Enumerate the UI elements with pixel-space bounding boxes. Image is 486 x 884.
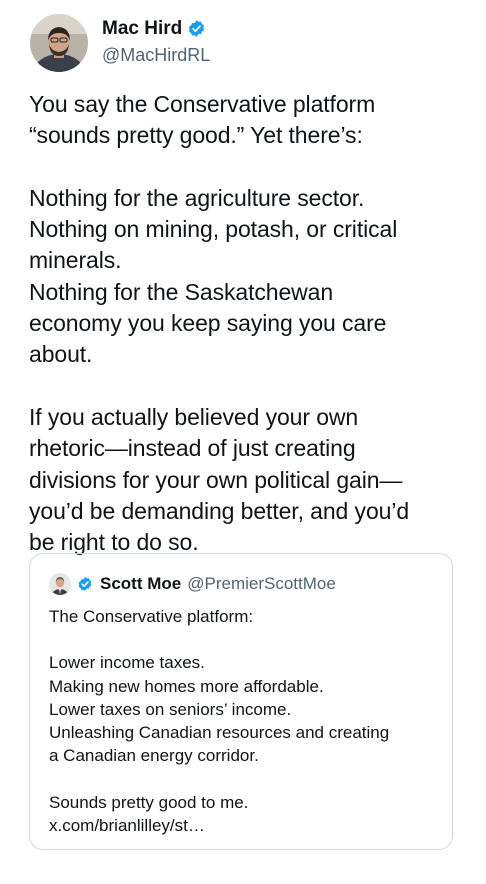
author-names: Mac Hird @MacHirdRL [102,16,210,67]
author-display-name[interactable]: Mac Hird [102,17,182,41]
tweet-text: You say the Conservative platform “sound… [29,91,410,556]
verified-badge-icon [187,19,206,38]
author-handle[interactable]: @MacHirdRL [102,43,210,67]
tweet-header: Mac Hird @MacHirdRL [30,13,210,73]
person-avatar-icon [49,573,71,595]
quoted-tweet-header: Scott Moe @PremierScottMoe [49,571,336,597]
quoted-author-display-name[interactable]: Scott Moe [100,574,181,594]
display-name-row: Mac Hird [102,16,210,42]
author-avatar[interactable] [30,14,88,72]
quoted-author-avatar[interactable] [49,573,71,595]
verified-badge-icon [77,576,93,592]
tweet: Mac Hird @MacHirdRL You say the Conserva… [0,0,486,884]
quoted-author-handle[interactable]: @PremierScottMoe [187,574,336,594]
person-avatar-icon [30,14,88,72]
quoted-tweet-text: The Conservative platform: Lower income … [49,607,390,835]
quoted-tweet-card[interactable]: Scott Moe @PremierScottMoe The Conservat… [29,553,453,850]
